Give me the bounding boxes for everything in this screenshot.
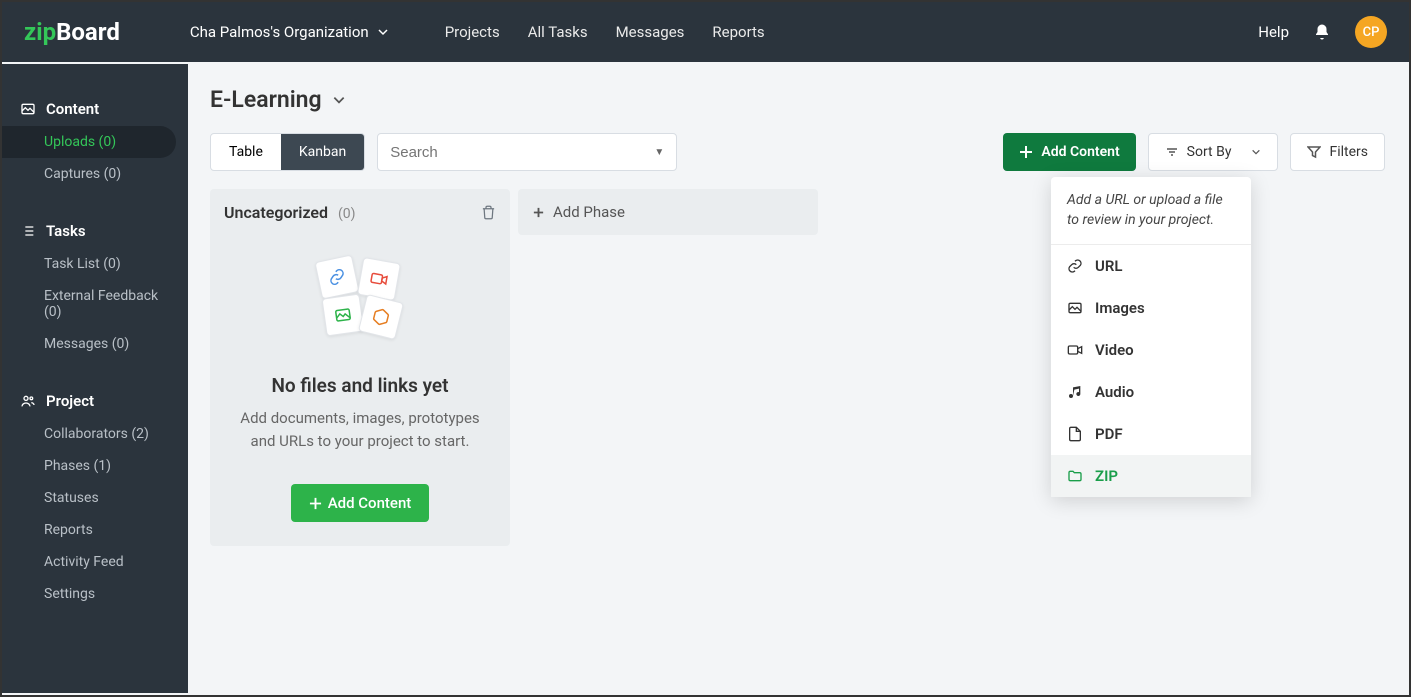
plus-icon: [1019, 145, 1033, 159]
column-count: (0): [338, 206, 356, 222]
topbar: zipBoard Cha Palmos's Organization Proje…: [2, 2, 1409, 62]
topnav: Projects All Tasks Messages Reports: [445, 23, 765, 41]
dropdown-item-url[interactable]: URL: [1051, 245, 1251, 287]
sidebar-item-phases[interactable]: Phases (1): [2, 450, 188, 482]
nav-all-tasks[interactable]: All Tasks: [528, 23, 588, 41]
sidebar-heading-project[interactable]: Project: [2, 384, 188, 418]
dropdown-item-images[interactable]: Images: [1051, 287, 1251, 329]
caret-down-icon[interactable]: ▼: [654, 147, 664, 158]
folder-icon: [1067, 468, 1083, 484]
column-uncategorized: Uncategorized (0): [210, 189, 510, 546]
add-content-inline-button[interactable]: Add Content: [291, 484, 430, 522]
add-content-button[interactable]: Add Content: [1003, 133, 1135, 171]
people-icon: [20, 393, 36, 409]
sidebar-item-activity[interactable]: Activity Feed: [2, 546, 188, 578]
trash-icon[interactable]: [481, 205, 496, 220]
audio-icon: [1067, 384, 1083, 400]
plus-icon: [532, 206, 545, 219]
link-icon: [1067, 258, 1083, 274]
tab-kanban[interactable]: Kanban: [281, 134, 364, 170]
add-content-dropdown: Add a URL or upload a file to review in …: [1051, 177, 1251, 497]
sidebar-item-task-list[interactable]: Task List (0): [2, 248, 188, 280]
sidebar-item-collaborators[interactable]: Collaborators (2): [2, 418, 188, 450]
logo-board: Board: [56, 18, 120, 46]
empty-description: Add documents, images, prototypes and UR…: [230, 407, 490, 452]
plus-icon: [309, 497, 322, 510]
nav-reports[interactable]: Reports: [712, 23, 764, 41]
bell-icon[interactable]: [1313, 23, 1331, 41]
search-input[interactable]: [390, 144, 664, 161]
nav-messages[interactable]: Messages: [616, 23, 685, 41]
sidebar-item-reports[interactable]: Reports: [2, 514, 188, 546]
empty-state: No files and links yet Add documents, im…: [224, 236, 496, 532]
toolbar: Table Kanban ▼ Add Content Sort By: [210, 133, 1385, 171]
sidebar-heading-content[interactable]: Content: [2, 92, 188, 126]
org-selector[interactable]: Cha Palmos's Organization: [190, 23, 389, 41]
dropdown-item-zip[interactable]: ZIP: [1051, 455, 1251, 497]
search-box[interactable]: ▼: [377, 133, 677, 171]
avatar[interactable]: CP: [1355, 16, 1387, 48]
sidebar-item-settings[interactable]: Settings: [2, 578, 188, 610]
chevron-down-icon: [332, 93, 346, 107]
filter-icon: [1307, 145, 1321, 159]
sidebar-item-captures[interactable]: Captures (0): [2, 158, 188, 190]
tab-table[interactable]: Table: [211, 134, 281, 170]
org-name: Cha Palmos's Organization: [190, 23, 369, 41]
image-icon: [1067, 300, 1083, 316]
sort-icon: [1165, 145, 1179, 159]
list-icon: [20, 223, 36, 239]
image-icon: [20, 101, 36, 117]
sidebar-item-external-feedback[interactable]: External Feedback (0): [2, 280, 188, 328]
chevron-down-icon: [377, 26, 389, 38]
chevron-down-icon: [1251, 147, 1261, 157]
dropdown-header: Add a URL or upload a file to review in …: [1051, 177, 1251, 245]
sidebar-item-messages[interactable]: Messages (0): [2, 328, 188, 360]
filters-button[interactable]: Filters: [1290, 133, 1385, 171]
empty-illustration: [310, 256, 410, 346]
sidebar-item-statuses[interactable]: Statuses: [2, 482, 188, 514]
sidebar-heading-tasks[interactable]: Tasks: [2, 214, 188, 248]
sidebar-item-uploads[interactable]: Uploads (0): [2, 126, 176, 158]
main: E-Learning Table Kanban ▼ Add Content So…: [188, 64, 1407, 693]
video-icon: [1067, 342, 1083, 358]
sidebar: Content Uploads (0) Captures (0) Tasks T…: [2, 64, 188, 693]
empty-title: No files and links yet: [230, 374, 490, 397]
page-title[interactable]: E-Learning: [210, 86, 1385, 113]
view-tabs: Table Kanban: [210, 133, 365, 171]
pdf-icon: [1067, 426, 1083, 442]
logo-zip: zip: [24, 18, 56, 46]
dropdown-item-audio[interactable]: Audio: [1051, 371, 1251, 413]
sort-by-button[interactable]: Sort By: [1148, 133, 1279, 171]
column-title: Uncategorized: [224, 203, 328, 222]
logo[interactable]: zipBoard: [24, 18, 120, 46]
add-phase-button[interactable]: Add Phase: [518, 189, 818, 235]
nav-projects[interactable]: Projects: [445, 23, 500, 41]
help-link[interactable]: Help: [1258, 23, 1289, 41]
dropdown-item-video[interactable]: Video: [1051, 329, 1251, 371]
dropdown-item-pdf[interactable]: PDF: [1051, 413, 1251, 455]
